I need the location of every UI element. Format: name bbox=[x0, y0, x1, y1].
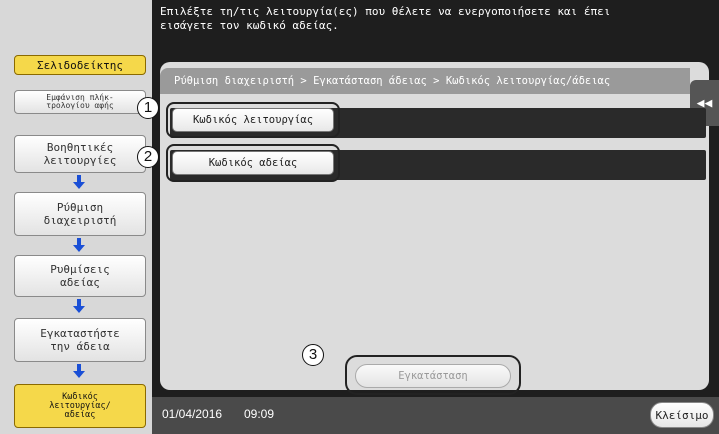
status-date: 01/04/2016 bbox=[162, 407, 223, 421]
callout-number: 1 bbox=[137, 97, 159, 119]
down-arrow-icon bbox=[72, 364, 86, 378]
bookmark-button[interactable]: Σελιδοδείκτης bbox=[14, 55, 146, 75]
function-code-button[interactable]: Κωδικός λειτουργίας bbox=[172, 108, 334, 132]
sidebar-step-license-settings[interactable]: Ρυθμίσεις αδείας bbox=[14, 255, 146, 297]
touch-keyboard-button[interactable]: Εμφάνιση πλήκ- τρολογίου αφής bbox=[14, 90, 146, 114]
install-button[interactable]: Εγκατάσταση bbox=[355, 364, 511, 388]
sidebar-step-function-license-code[interactable]: Κωδικός λειτουργίας/ αδείας bbox=[14, 384, 146, 428]
close-button[interactable]: Κλείσιμο bbox=[650, 402, 714, 428]
breadcrumb: Ρύθμιση διαχειριστή > Εγκατάσταση άδειας… bbox=[160, 68, 690, 94]
sidebar-step-admin-settings[interactable]: Ρύθμιση διαχειριστή bbox=[14, 192, 146, 236]
callout-number: 3 bbox=[302, 344, 324, 366]
instruction-text: Επιλέξτε τη/τις λειτουργία(ες) που θέλετ… bbox=[152, 0, 719, 52]
callout-number: 2 bbox=[137, 146, 159, 168]
status-bar bbox=[152, 397, 719, 434]
down-arrow-icon bbox=[72, 299, 86, 313]
down-arrow-icon bbox=[72, 238, 86, 252]
sidebar-step-utility[interactable]: Βοηθητικές λειτουργίες bbox=[14, 135, 146, 173]
down-arrow-icon bbox=[72, 175, 86, 189]
status-time: 09:09 bbox=[244, 407, 275, 421]
sidebar-step-install-license[interactable]: Εγκαταστήστε την άδεια bbox=[14, 318, 146, 362]
license-code-button[interactable]: Κωδικός αδείας bbox=[172, 151, 334, 175]
